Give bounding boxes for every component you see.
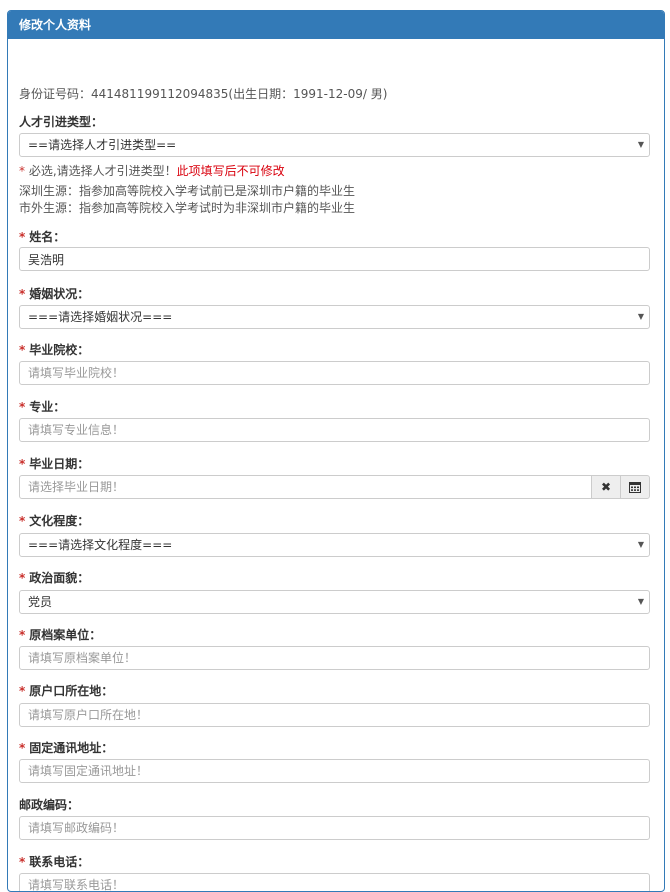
address-label-text: 固定通讯地址： bbox=[29, 741, 114, 755]
talent-type-note-1: 深圳生源：指参加高等院校入学考试前已是深圳市户籍的毕业生 bbox=[19, 184, 356, 198]
calendar-icon bbox=[629, 482, 641, 493]
name-label: * 姓名： bbox=[19, 228, 65, 245]
education-selected: ===请选择文化程度=== bbox=[28, 538, 173, 552]
talent-type-selected: ==请选择人才引进类型== bbox=[28, 138, 177, 152]
chevron-down-icon: ▼ bbox=[637, 312, 644, 321]
political-label: * 政治面貌： bbox=[19, 569, 89, 586]
major-input[interactable] bbox=[19, 418, 650, 442]
talent-type-hint-emphasis: 此项填写后不可修改 bbox=[176, 164, 285, 178]
school-input[interactable] bbox=[19, 361, 650, 385]
grad-date-input[interactable] bbox=[19, 475, 592, 499]
name-label-text: 姓名： bbox=[29, 230, 66, 244]
marital-label: * 婚姻状况： bbox=[19, 285, 89, 302]
required-mark: * bbox=[19, 287, 26, 301]
name-input[interactable] bbox=[19, 247, 650, 271]
talent-type-note-2: 市外生源：指参加高等院校入学考试时为非深圳市户籍的毕业生 bbox=[19, 201, 356, 215]
marital-selected: ===请选择婚姻状况=== bbox=[28, 310, 173, 324]
talent-type-hint-text: 必选,请选择人才引进类型！ bbox=[28, 164, 177, 178]
required-mark: * bbox=[19, 230, 26, 244]
major-label: * 专业： bbox=[19, 398, 65, 415]
education-label-text: 文化程度： bbox=[29, 514, 90, 528]
postcode-label: 邮政编码： bbox=[19, 798, 80, 812]
required-mark: * bbox=[19, 457, 26, 471]
archive-unit-label: * 原档案单位： bbox=[19, 626, 101, 643]
talent-type-hint: * 必选,请选择人才引进类型！此项填写后不可修改 bbox=[19, 162, 285, 179]
hukou-label: * 原户口所在地： bbox=[19, 682, 113, 699]
calendar-button[interactable] bbox=[620, 475, 650, 499]
hukou-input[interactable] bbox=[19, 703, 650, 727]
clear-date-button[interactable]: ✖ bbox=[591, 475, 621, 499]
profile-panel: 修改个人资料 身份证号码：441481199112094835(出生日期：199… bbox=[7, 10, 665, 892]
school-label: * 毕业院校： bbox=[19, 341, 89, 358]
archive-unit-input[interactable] bbox=[19, 646, 650, 670]
phone-input[interactable] bbox=[19, 873, 650, 891]
required-mark: * bbox=[19, 628, 26, 642]
grad-date-group: ✖ bbox=[19, 475, 651, 499]
grad-date-label: * 毕业日期： bbox=[19, 455, 89, 472]
panel-title: 修改个人资料 bbox=[8, 11, 664, 39]
school-label-text: 毕业院校： bbox=[29, 343, 90, 357]
chevron-down-icon: ▼ bbox=[637, 140, 644, 149]
chevron-down-icon: ▼ bbox=[637, 597, 644, 606]
required-mark: * bbox=[19, 741, 26, 755]
postcode-input[interactable] bbox=[19, 816, 650, 840]
education-label: * 文化程度： bbox=[19, 512, 89, 529]
id-info-text: 身份证号码：441481199112094835(出生日期：1991-12-09… bbox=[19, 87, 388, 101]
chevron-down-icon: ▼ bbox=[637, 540, 644, 549]
education-select[interactable]: ===请选择文化程度=== ▼ bbox=[19, 533, 650, 557]
required-mark: * bbox=[19, 164, 25, 178]
archive-unit-label-text: 原档案单位： bbox=[29, 628, 102, 642]
address-input[interactable] bbox=[19, 759, 650, 783]
talent-type-select[interactable]: ==请选择人才引进类型== ▼ bbox=[19, 133, 650, 157]
address-label: * 固定通讯地址： bbox=[19, 739, 113, 756]
political-selected: 党员 bbox=[28, 595, 53, 609]
required-mark: * bbox=[19, 855, 26, 869]
marital-label-text: 婚姻状况： bbox=[29, 287, 90, 301]
required-mark: * bbox=[19, 514, 26, 528]
phone-label-text: 联系电话： bbox=[29, 855, 90, 869]
required-mark: * bbox=[19, 571, 26, 585]
hukou-label-text: 原户口所在地： bbox=[29, 684, 114, 698]
required-mark: * bbox=[19, 684, 26, 698]
talent-type-label: 人才引进类型： bbox=[19, 115, 104, 129]
phone-label: * 联系电话： bbox=[19, 853, 89, 870]
required-mark: * bbox=[19, 343, 26, 357]
major-label-text: 专业： bbox=[29, 400, 66, 414]
political-select[interactable]: 党员 ▼ bbox=[19, 590, 650, 614]
required-mark: * bbox=[19, 400, 26, 414]
political-label-text: 政治面貌： bbox=[29, 571, 90, 585]
close-icon: ✖ bbox=[600, 480, 612, 494]
marital-select[interactable]: ===请选择婚姻状况=== ▼ bbox=[19, 305, 650, 329]
grad-date-label-text: 毕业日期： bbox=[29, 457, 90, 471]
